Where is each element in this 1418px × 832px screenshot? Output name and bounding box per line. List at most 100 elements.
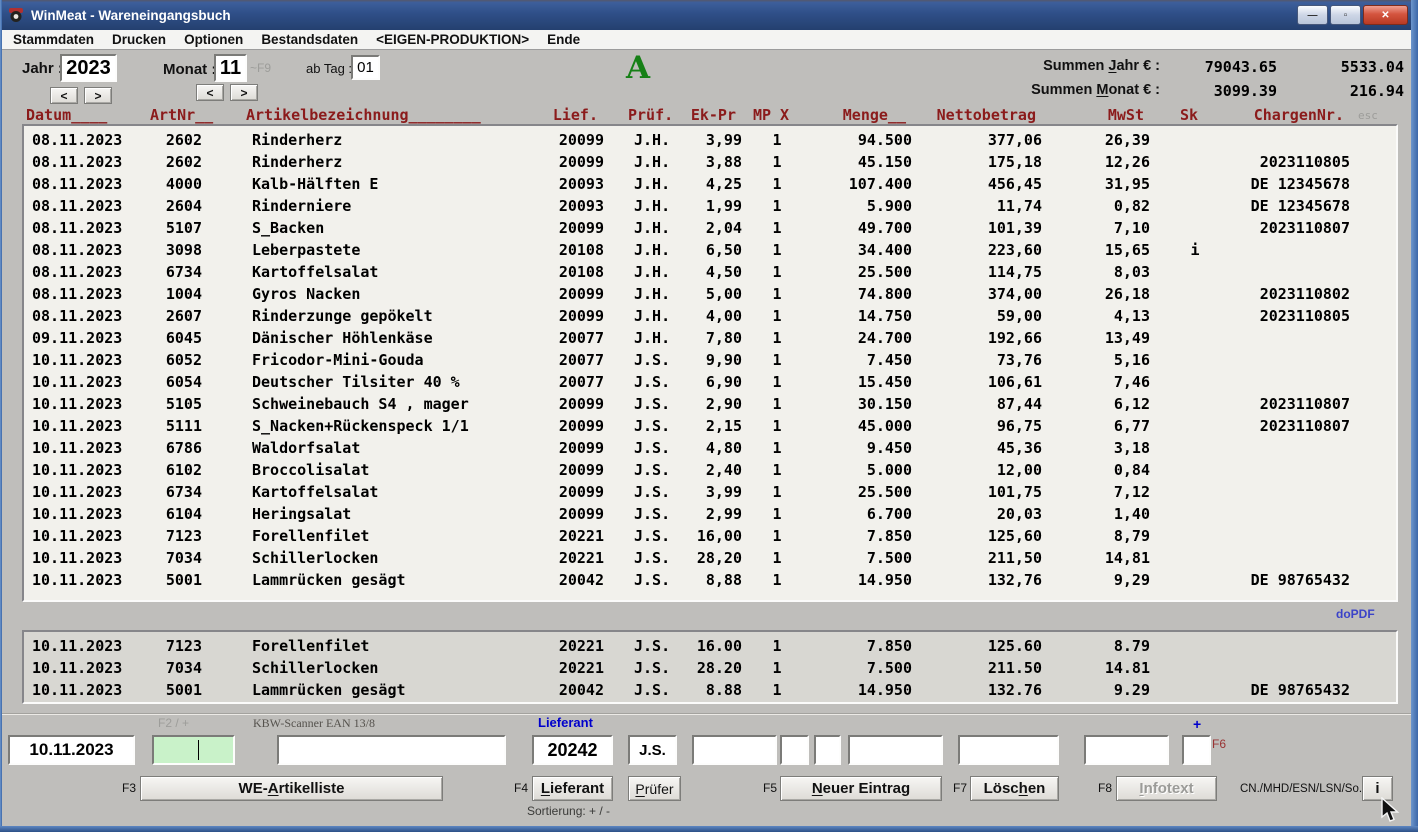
cell-sp: [202, 173, 232, 195]
cell-mp: 1: [742, 459, 812, 481]
table-row[interactable]: 09.11.20236045Dänischer Höhlenkäse20077J…: [28, 327, 1396, 349]
monat-next-button[interactable]: >: [230, 84, 258, 101]
cell-artnr: 5001: [156, 679, 202, 701]
table-row[interactable]: 10.11.20236102Broccolisalat20099J.S.2,40…: [28, 459, 1396, 481]
restore-button-icon[interactable]: ▫: [1330, 5, 1361, 25]
infotext-button[interactable]: Infotext: [1116, 776, 1217, 801]
table-row[interactable]: 08.11.20234000Kalb-Hälften E20093J.H.4,2…: [28, 173, 1396, 195]
minimize-button-icon[interactable]: —: [1297, 5, 1328, 25]
table-row[interactable]: 08.11.20235107S_Backen20099J.H.2,04149.7…: [28, 217, 1396, 239]
table-row[interactable]: 10.11.20236734Kartoffelsalat20099J.S.3,9…: [28, 481, 1396, 503]
entry-field-4[interactable]: [848, 735, 943, 765]
table-row[interactable]: 08.11.20232602Rinderherz20099J.H.3,99194…: [28, 129, 1396, 151]
cell-lief: 20108: [534, 239, 604, 261]
abtag-input[interactable]: 01: [351, 55, 380, 80]
table-row[interactable]: 10.11.20236052Fricodor-Mini-Gouda20077J.…: [28, 349, 1396, 371]
cell-menge: 94.500: [812, 129, 912, 151]
close-button-icon[interactable]: ✕: [1363, 5, 1408, 25]
menu-ende[interactable]: Ende: [538, 32, 589, 47]
menu-optionen[interactable]: Optionen: [175, 32, 252, 47]
f7-label: F7: [953, 781, 967, 795]
table-row[interactable]: 08.11.20236734Kartoffelsalat20108J.H.4,5…: [28, 261, 1396, 283]
jahr-next-button[interactable]: >: [84, 87, 112, 104]
cell-datum: 10.11.2023: [28, 635, 156, 657]
monat-prev-button[interactable]: <: [196, 84, 224, 101]
jahr-prev-button[interactable]: <: [50, 87, 78, 104]
table-row[interactable]: 08.11.20232607Rinderzunge gepökelt20099J…: [28, 305, 1396, 327]
table-row[interactable]: 08.11.20232604Rinderniere20093J.H.1,9915…: [28, 195, 1396, 217]
menu-stammdaten[interactable]: Stammdaten: [4, 32, 103, 47]
table-row[interactable]: 08.11.20233098Leberpastete20108J.H.6,501…: [28, 239, 1396, 261]
cell-menge: 30.150: [812, 393, 912, 415]
cell-ekpr: 6,90: [668, 371, 742, 393]
window-frame-bottom[interactable]: [0, 826, 1418, 832]
pruefer-input[interactable]: J.S.: [628, 735, 677, 765]
table-row[interactable]: 10.11.20236786Waldorfsalat20099J.S.4,801…: [28, 437, 1396, 459]
entry-field-2[interactable]: [780, 735, 809, 765]
window-frame-right[interactable]: [1411, 0, 1418, 832]
cell-ekpr: 4,25: [668, 173, 742, 195]
table-row[interactable]: 10.11.20235001Lammrücken gesägt20042J.S.…: [28, 569, 1396, 591]
table-row[interactable]: 10.11.20235111S_Nacken+Rückenspeck 1/120…: [28, 415, 1396, 437]
cell-menge: 34.400: [812, 239, 912, 261]
menu-eigen-produktion[interactable]: <EIGEN-PRODUKTION>: [367, 32, 538, 47]
cell-artikel: Deutscher Tilsiter 40 %: [232, 371, 534, 393]
cell-chargen: 2023110807: [1240, 393, 1350, 415]
entry-field-3[interactable]: [814, 735, 841, 765]
table-row[interactable]: 10.11.20237034Schillerlocken20221J.S.28,…: [28, 547, 1396, 569]
summen-monat-mwst-value: 216.94: [1274, 82, 1404, 100]
lieferant-button[interactable]: Lieferant: [532, 776, 613, 801]
cell-sk: [1150, 459, 1240, 481]
ean-scanner-input[interactable]: [277, 735, 506, 765]
menu-bestandsdaten[interactable]: Bestandsdaten: [252, 32, 367, 47]
selection-table: 10.11.20237123Forellenfilet20221J.S.16.0…: [22, 630, 1398, 704]
cell-pruef: J.S.: [604, 437, 668, 459]
cell-chargen: DE 98765432: [1240, 569, 1350, 591]
cell-artikel: Schweinebauch S4 , mager: [232, 393, 534, 415]
jahr-input[interactable]: 2023: [60, 54, 117, 82]
table-row[interactable]: 10.11.20236054Deutscher Tilsiter 40 %200…: [28, 371, 1396, 393]
lieferant-label: Lieferant: [538, 715, 593, 730]
cell-lief: 20099: [534, 283, 604, 305]
loeschen-button[interactable]: Löschen: [970, 776, 1059, 801]
neuer-eintrag-button[interactable]: Neuer Eintrag: [780, 776, 942, 801]
cell-sp: [202, 679, 232, 701]
we-artikelliste-button[interactable]: WE-Artikelliste: [140, 776, 443, 801]
title-bar[interactable]: WinMeat - Wareneingangsbuch — ▫ ✕: [0, 0, 1418, 30]
lieferant-input[interactable]: 20242: [532, 735, 613, 765]
menu-drucken[interactable]: Drucken: [103, 32, 175, 47]
cell-sp: [202, 195, 232, 217]
summen-jahr-mwst-value: 5533.04: [1274, 58, 1404, 76]
cell-mp: 1: [742, 525, 812, 547]
entry-field-f6[interactable]: [1182, 735, 1211, 765]
table-row[interactable]: 10.11.20237123Forellenfilet20221J.S.16.0…: [28, 635, 1396, 657]
table-row[interactable]: 08.11.20232602Rinderherz20099J.H.3,88145…: [28, 151, 1396, 173]
table-row[interactable]: 10.11.20235105Schweinebauch S4 , mager20…: [28, 393, 1396, 415]
entry-field-5[interactable]: [958, 735, 1059, 765]
cell-menge: 7.850: [812, 635, 912, 657]
artnr-scan-input[interactable]: [152, 735, 235, 765]
cell-artnr: 6104: [156, 503, 202, 525]
table-row[interactable]: 10.11.20236104Heringsalat20099J.S.2,9916…: [28, 503, 1396, 525]
cell-lief: 20042: [534, 679, 604, 701]
table-row[interactable]: 08.11.20231004Gyros Nacken20099J.H.5,001…: [28, 283, 1396, 305]
cell-mwst: 14,81: [1042, 547, 1150, 569]
monat-input[interactable]: 11: [214, 54, 247, 82]
cell-mwst: 8,79: [1042, 525, 1150, 547]
table-row[interactable]: 10.11.20237034Schillerlocken20221J.S.28.…: [28, 657, 1396, 679]
cell-artikel: S_Backen: [232, 217, 534, 239]
cell-lief: 20221: [534, 657, 604, 679]
table-row[interactable]: 10.11.20235001Lammrücken gesägt20042J.S.…: [28, 679, 1396, 701]
cell-netto: 175,18: [912, 151, 1042, 173]
cell-mp: 1: [742, 437, 812, 459]
pruefer-button[interactable]: Prüfer: [628, 776, 681, 801]
cell-datum: 08.11.2023: [28, 305, 156, 327]
cell-chargen: DE 98765432: [1240, 679, 1350, 701]
cell-netto: 211,50: [912, 547, 1042, 569]
entry-field-6[interactable]: [1084, 735, 1169, 765]
table-row[interactable]: 10.11.20237123Forellenfilet20221J.S.16,0…: [28, 525, 1396, 547]
cell-mp: 1: [742, 569, 812, 591]
datum-input[interactable]: 10.11.2023: [8, 735, 135, 765]
cell-sp: [202, 129, 232, 151]
entry-field-1[interactable]: [692, 735, 777, 765]
